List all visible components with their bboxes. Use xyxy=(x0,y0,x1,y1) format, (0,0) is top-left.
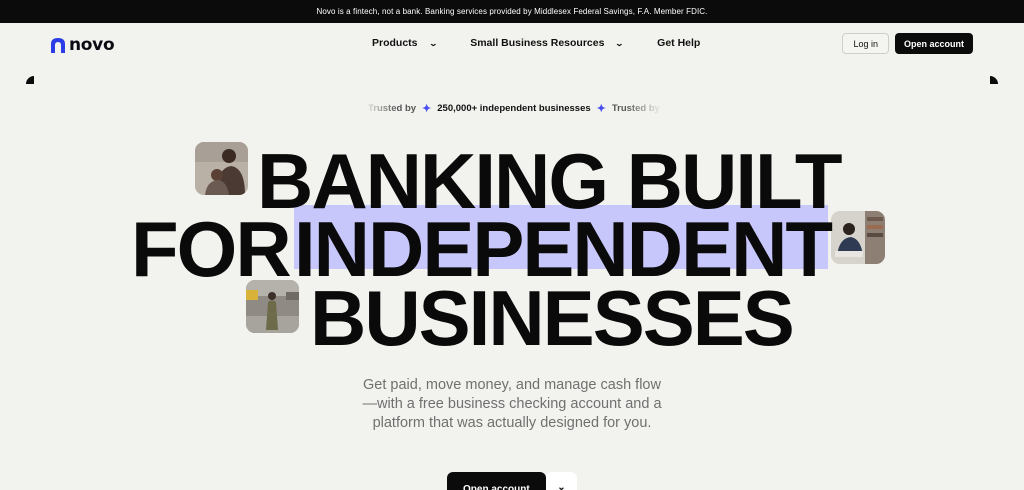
novo-logo-icon xyxy=(51,37,65,53)
nav-small-business-resources[interactable]: Small Business Resources ⌄ xyxy=(470,37,625,49)
hero-corner-left xyxy=(26,76,34,84)
nav-get-help-label: Get Help xyxy=(657,37,701,49)
trusted-by-marquee: Trusted by ✦ 250,000+ independent busine… xyxy=(362,101,662,115)
sparkle-icon: ✦ xyxy=(422,102,432,115)
hero-subtext: Get paid, move money, and manage cash fl… xyxy=(312,376,712,433)
nav-get-help[interactable]: Get Help xyxy=(657,37,700,49)
logo-wordmark: novo xyxy=(69,35,115,55)
top-navigation: novo Products ⌄ Small Business Resources… xyxy=(0,23,1024,67)
trusted-tail-text: Trusted by xyxy=(611,102,660,114)
trusted-lead-text: Trusted by xyxy=(368,102,417,114)
hero-subtext-line-1: Get paid, move money, and manage cash fl… xyxy=(363,377,661,393)
chevron-down-icon: ⌄ xyxy=(615,38,625,48)
nav-products-label: Products xyxy=(372,37,418,49)
login-button[interactable]: Log in xyxy=(842,33,889,54)
open-account-button[interactable]: Open account xyxy=(894,33,973,54)
hero-headline-line-3: BUSINESSES xyxy=(310,274,795,362)
sparkle-icon: ✦ xyxy=(596,102,606,115)
chevron-down-icon: ⌄ xyxy=(557,482,566,490)
hero-headline-line-2-prefix: FOR xyxy=(131,205,292,293)
nav-products[interactable]: Products ⌄ xyxy=(372,37,438,49)
hero-subtext-line-2: —with a free business checking account a… xyxy=(362,396,662,412)
trusted-count-text: 250,000+ independent businesses xyxy=(437,102,591,114)
hero-subtext-line-3: platform that was actually designed for … xyxy=(372,415,652,431)
novo-logo[interactable]: novo xyxy=(51,35,115,55)
announcement-banner: Novo is a fintech, not a bank. Banking s… xyxy=(0,0,1024,23)
chevron-down-icon: ⌄ xyxy=(428,38,438,48)
nav-resources-label: Small Business Resources xyxy=(470,37,605,49)
hero-open-account-button[interactable]: Open account xyxy=(447,472,546,490)
hero-corner-right xyxy=(990,76,998,84)
hero-scroll-button[interactable]: ⌄ xyxy=(546,472,577,490)
nav-actions: Log in Open account xyxy=(842,33,973,54)
banner-text: Novo is a fintech, not a bank. Banking s… xyxy=(316,7,708,16)
main-menu: Products ⌄ Small Business Resources ⌄ Ge… xyxy=(372,37,700,49)
hero-photo-parent-child xyxy=(195,142,248,195)
